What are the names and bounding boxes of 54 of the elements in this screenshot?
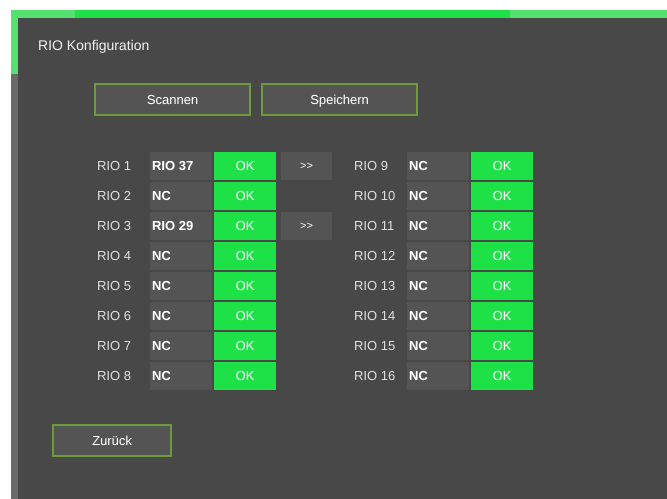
device-cell: RIO 29 — [150, 212, 212, 240]
row-label: RIO 8 — [97, 367, 132, 386]
row-label: RIO 2 — [97, 187, 132, 206]
status-cell: OK — [471, 272, 533, 300]
device-cell: NC — [407, 302, 469, 330]
device-cell: NC — [150, 362, 212, 390]
status-cell: OK — [471, 242, 533, 270]
device-cell: NC — [150, 272, 212, 300]
device-cell: NC — [407, 272, 469, 300]
status-cell: OK — [214, 182, 276, 210]
status-cell: OK — [214, 152, 276, 180]
forward-button[interactable]: >> — [281, 152, 332, 180]
row-label: RIO 14 — [354, 307, 396, 326]
row-label: RIO 4 — [97, 247, 132, 266]
status-cell: OK — [214, 332, 276, 360]
row-label: RIO 15 — [354, 337, 396, 356]
device-cell: RIO 37 — [150, 152, 212, 180]
row-label: RIO 10 — [354, 187, 396, 206]
device-cell: NC — [407, 182, 469, 210]
status-cell: OK — [471, 332, 533, 360]
status-cell: OK — [471, 212, 533, 240]
device-cell: NC — [407, 152, 469, 180]
status-cell: OK — [214, 242, 276, 270]
row-label: RIO 13 — [354, 277, 396, 296]
status-cell: OK — [214, 272, 276, 300]
device-cell: NC — [407, 362, 469, 390]
status-cell: OK — [471, 362, 533, 390]
status-cell: OK — [471, 152, 533, 180]
row-label: RIO 16 — [354, 367, 396, 386]
device-cell: NC — [150, 242, 212, 270]
status-cell: OK — [214, 212, 276, 240]
row-label: RIO 11 — [354, 217, 396, 236]
device-cell: NC — [407, 242, 469, 270]
device-cell: NC — [407, 332, 469, 360]
row-label: RIO 12 — [354, 247, 396, 266]
action-button[interactable]: Scannen — [94, 83, 251, 116]
status-cell: OK — [471, 302, 533, 330]
forward-button[interactable]: >> — [281, 212, 332, 240]
device-cell: NC — [150, 302, 212, 330]
action-button[interactable]: Speichern — [261, 83, 418, 116]
status-cell: OK — [214, 362, 276, 390]
device-cell: NC — [150, 332, 212, 360]
row-label: RIO 3 — [97, 217, 132, 236]
back-button[interactable]: Zurück — [52, 424, 172, 457]
status-cell: OK — [214, 302, 276, 330]
status-cell: OK — [471, 182, 533, 210]
row-label: RIO 1 — [97, 157, 132, 176]
row-label: RIO 9 — [354, 157, 389, 176]
row-label: RIO 5 — [97, 277, 132, 296]
row-label: RIO 7 — [97, 337, 132, 356]
row-label: RIO 6 — [97, 307, 132, 326]
dialog-title: RIO Konfiguration — [38, 36, 150, 55]
device-cell: NC — [407, 212, 469, 240]
device-cell: NC — [150, 182, 212, 210]
